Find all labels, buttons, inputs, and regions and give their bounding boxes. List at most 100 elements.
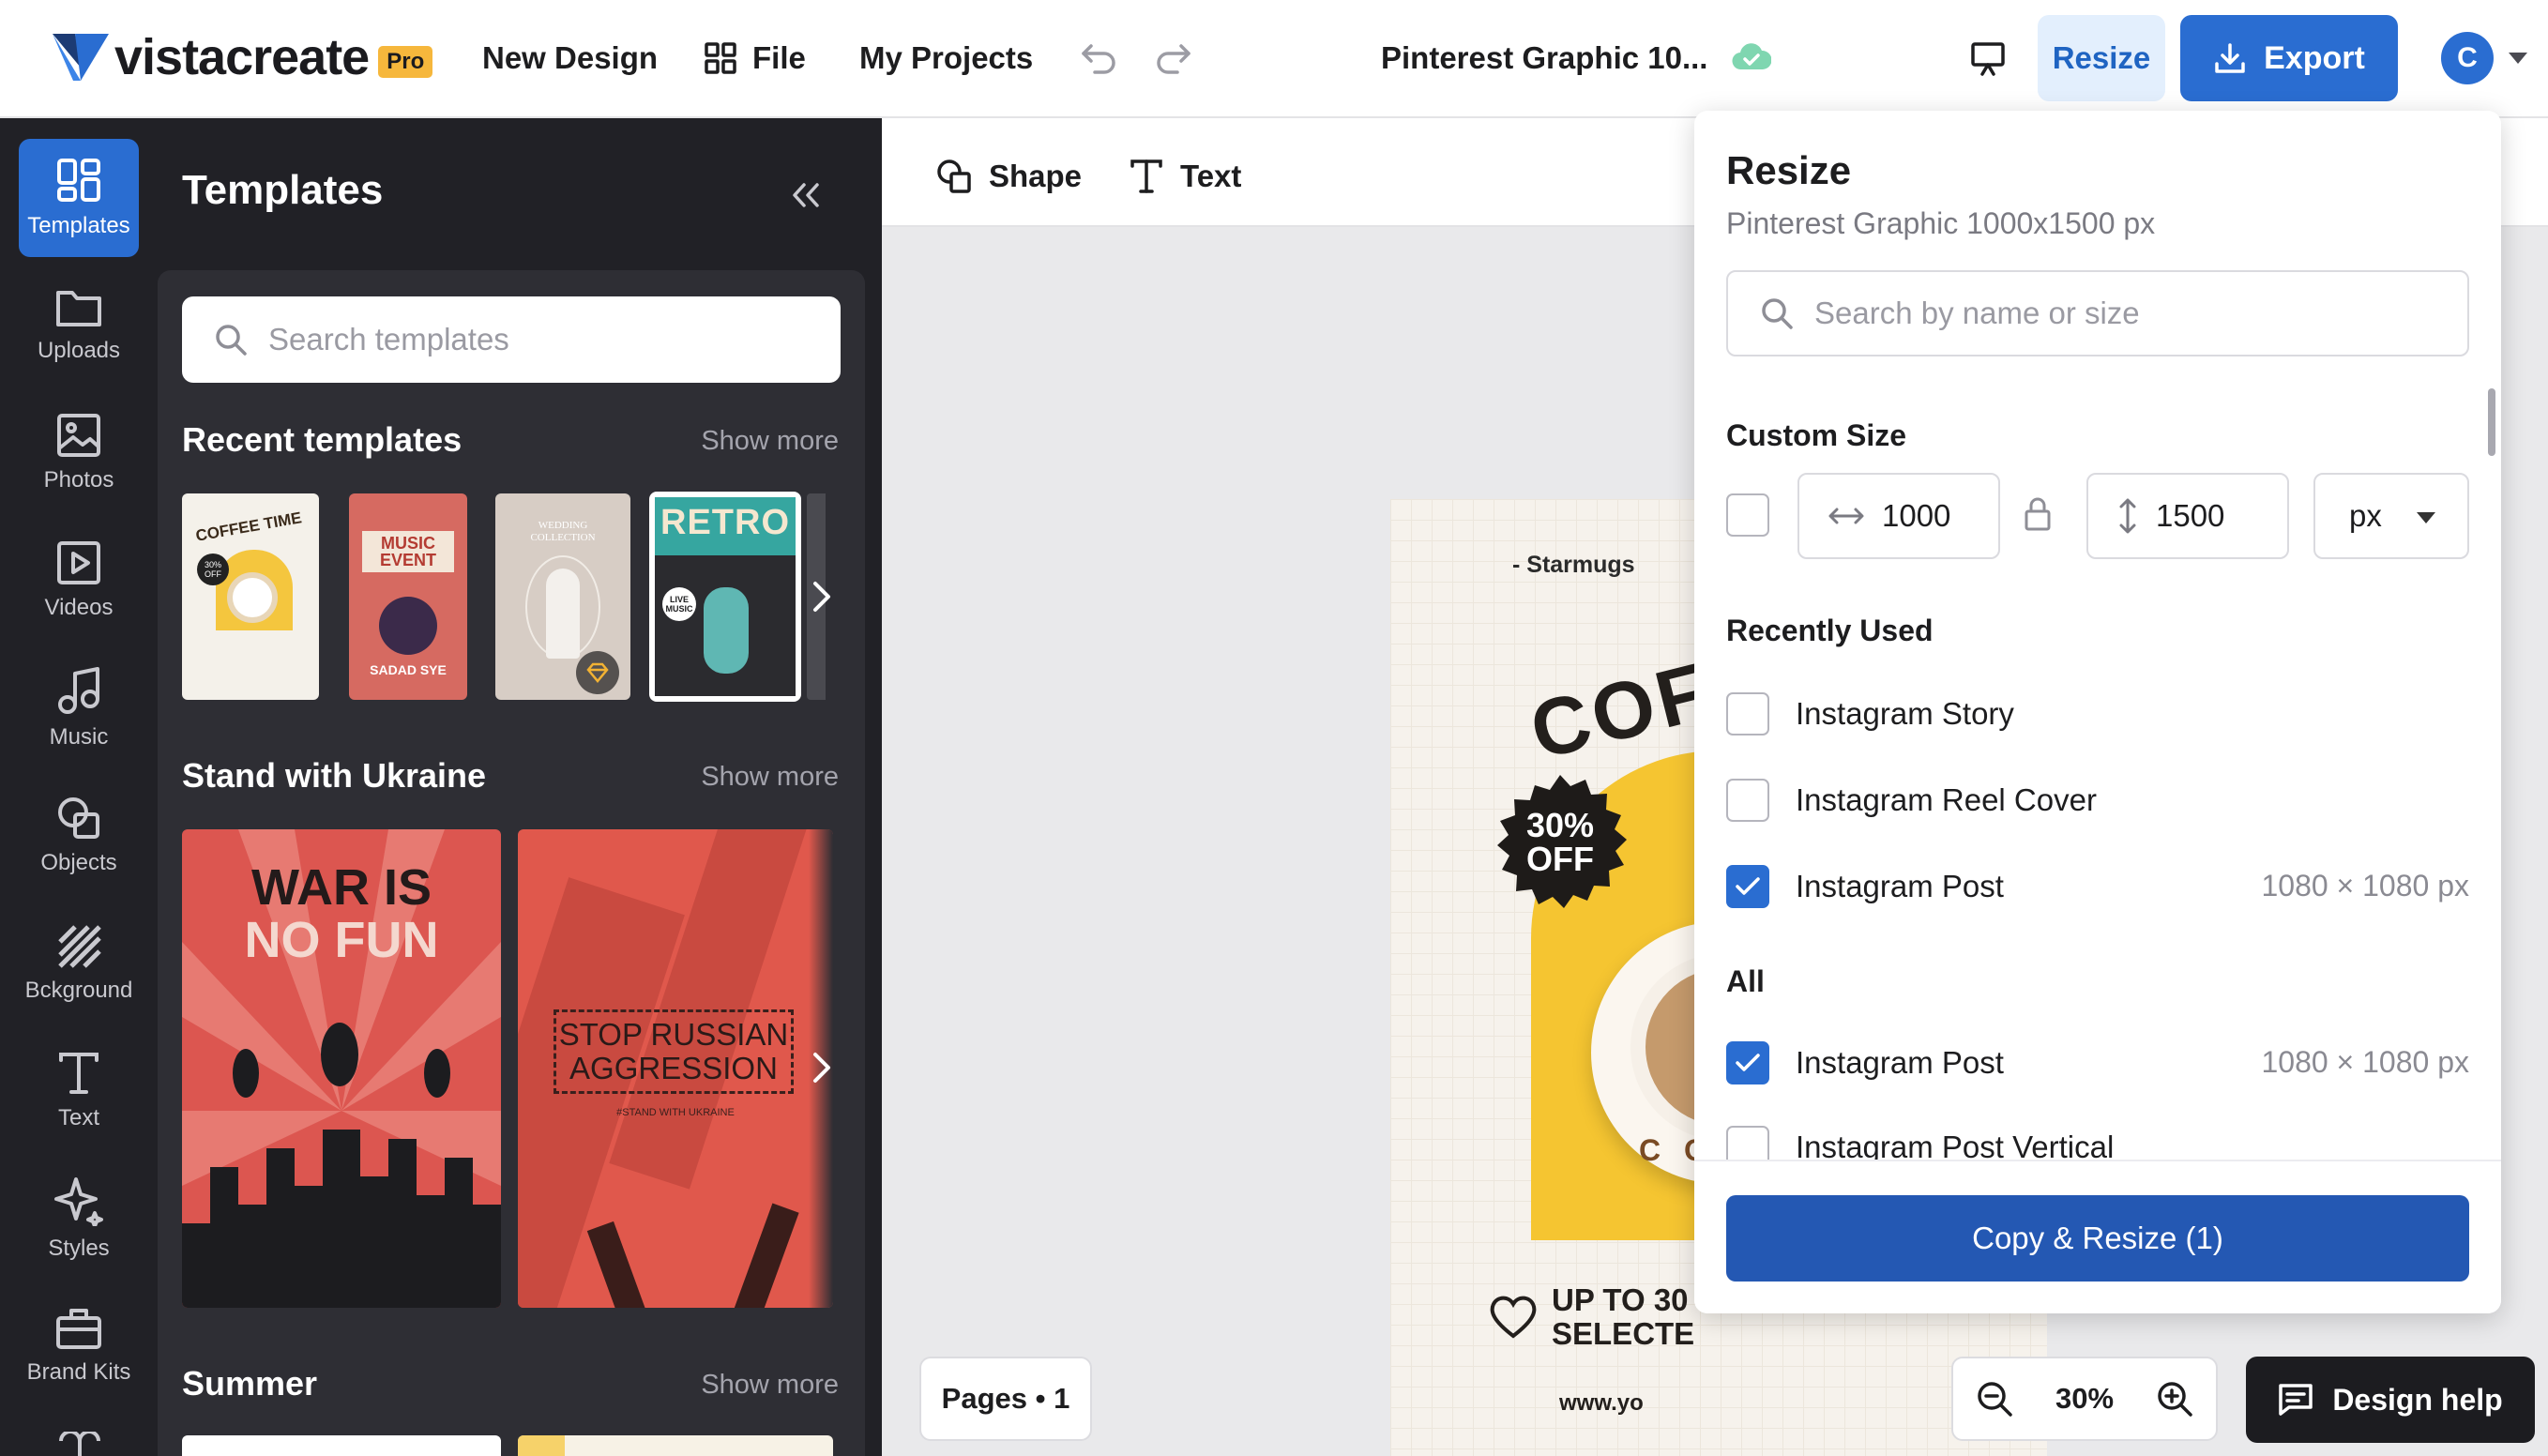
pages-button[interactable]: Pages • 1 [919, 1357, 1092, 1441]
copy-and-resize-button[interactable]: Copy & Resize (1) [1726, 1195, 2469, 1282]
artboard-heart-icon[interactable] [1488, 1293, 1539, 1344]
thumb-text: STOP RUSSIAN [558, 1017, 789, 1052]
collapse-panel-button[interactable] [782, 174, 829, 216]
rail-label: Bckground [24, 978, 133, 1003]
size-search-box[interactable] [1726, 270, 2469, 356]
option-checkbox[interactable] [1726, 779, 1769, 822]
thumb-text: AGGRESSION [569, 1051, 778, 1085]
text-tool-button[interactable]: Text [1130, 156, 1241, 197]
template-thumb-wedding[interactable]: WEDDING COLLECTION [495, 493, 630, 700]
rail-item-music[interactable]: Music [19, 649, 139, 767]
artboard-url-text[interactable]: www.yo [1559, 1390, 1644, 1417]
templates-list[interactable]: Recent templates Show more COFFEE TIME 3… [158, 270, 865, 1456]
file-label: File [752, 40, 806, 75]
size-search-input[interactable] [1814, 296, 2452, 331]
zoom-level[interactable]: 30% [2055, 1382, 2114, 1416]
user-avatar[interactable]: C [2441, 32, 2494, 84]
rail-item-text[interactable]: Text [19, 1032, 139, 1150]
template-thumb-war-is-no-fun[interactable]: WAR IS NO FUN [182, 829, 501, 1308]
design-help-button[interactable]: Design help [2246, 1357, 2535, 1443]
thumb-title: WEDDING COLLECTION [495, 520, 630, 544]
rail-item-brand-kits[interactable]: Brand Kits [19, 1287, 139, 1405]
new-design-button[interactable]: New Design [482, 38, 658, 79]
rail-label: Music [49, 724, 109, 750]
option-label: Instagram Story [1796, 696, 2014, 731]
aspect-lock-button[interactable] [2023, 495, 2053, 533]
thumb-guitar [704, 587, 749, 674]
rail-item-background[interactable]: Bckground [19, 904, 139, 1023]
logo[interactable]: vistacreate Pro [53, 32, 433, 83]
resize-button[interactable]: Resize [2038, 15, 2165, 101]
rail-item-videos[interactable]: Videos [19, 522, 139, 640]
show-more-recent-button[interactable]: Show more [701, 426, 839, 457]
checkmark-icon [1736, 1054, 1760, 1071]
height-field[interactable]: 1500 [2086, 473, 2289, 559]
zoom-in-button[interactable] [2156, 1380, 2193, 1418]
template-thumb-coffee[interactable]: COFFEE TIME 30% OFF [182, 493, 319, 700]
present-button[interactable] [1964, 36, 2011, 83]
recent-next-button[interactable] [803, 569, 841, 625]
thumb-text: COLLECTION [530, 532, 596, 543]
badge-line: 30% [1525, 806, 1595, 844]
dropdown-caret-icon [2417, 512, 2435, 523]
account-caret-icon[interactable] [2509, 53, 2527, 64]
template-search-box[interactable] [182, 296, 841, 383]
show-more-ukraine-button[interactable]: Show more [701, 762, 839, 793]
all-sizes-heading: All [1726, 964, 1765, 998]
template-thumb-music[interactable]: MUSIC EVENT SADAD SYE [349, 493, 467, 700]
text-label: Text [1180, 159, 1242, 193]
undo-button[interactable] [1075, 38, 1122, 79]
thumb-title: MUSIC EVENT [362, 531, 454, 572]
thumb-text: LIVE MUSIC [662, 587, 696, 621]
template-thumb-summer-1[interactable] [182, 1435, 501, 1456]
heart-icon[interactable] [56, 1430, 103, 1456]
resize-panel-scrollbar[interactable] [2488, 388, 2495, 456]
thumb-text: WAR IS [250, 859, 432, 916]
template-thumb-retro[interactable]: RETRO LIVE MUSIC [649, 492, 801, 702]
badge-text: 30% OFF [1490, 809, 1630, 876]
vista-logo-icon [53, 34, 109, 81]
rail-item-photos[interactable]: Photos [19, 394, 139, 512]
template-thumb-stop-russian-aggression[interactable]: STOP RUSSIAN AGGRESSION #STAND WITH UKRA… [518, 829, 833, 1308]
rail-item-objects[interactable]: Objects [19, 777, 139, 895]
artboard-discount-badge[interactable]: 30% OFF [1490, 773, 1630, 914]
resize-panel: Resize Pinterest Graphic 1000x1500 px Cu… [1694, 111, 2501, 1313]
thumb-sun [518, 1435, 565, 1456]
width-value: 1000 [1882, 498, 1951, 533]
show-more-summer-button[interactable]: Show more [701, 1370, 839, 1401]
shape-tool-button[interactable]: Shape [936, 156, 1082, 197]
thumb-record [379, 597, 437, 655]
artboard-promo-text[interactable]: UP TO 30 SELECTE [1552, 1283, 1694, 1351]
redo-button[interactable] [1150, 38, 1197, 79]
thumb-text: NO FUN [244, 912, 439, 968]
design-help-label: Design help [2332, 1382, 2503, 1417]
option-checkbox[interactable] [1726, 865, 1769, 908]
option-checkbox[interactable] [1726, 1041, 1769, 1084]
rail-item-uploads[interactable]: Uploads [19, 266, 139, 385]
video-icon [56, 540, 101, 585]
rail-item-templates[interactable]: Templates [19, 139, 139, 257]
export-button[interactable]: Export [2180, 15, 2398, 101]
zoom-out-button[interactable] [1976, 1380, 2013, 1418]
option-checkbox[interactable] [1726, 692, 1769, 736]
ukraine-next-button[interactable] [803, 1039, 841, 1096]
chat-icon [2278, 1383, 2313, 1417]
template-search-input[interactable] [268, 322, 794, 357]
template-thumb-summer-2[interactable] [518, 1435, 833, 1456]
pro-badge: Pro [378, 46, 433, 78]
thumb-title: STOP RUSSIAN AGGRESSION [554, 1009, 794, 1094]
thumb-title: WAR IS NO FUN [182, 861, 501, 966]
double-chevron-left-icon [793, 183, 819, 207]
width-field[interactable]: 1000 [1797, 473, 2000, 559]
custom-size-checkbox[interactable] [1726, 493, 1769, 537]
unit-select[interactable]: px [2313, 473, 2469, 559]
document-title[interactable]: Pinterest Graphic 10... [1381, 38, 1707, 79]
rail-item-styles[interactable]: Styles [19, 1160, 139, 1278]
thumb-text: COFFEE TIME [194, 508, 303, 545]
text-icon [57, 1051, 100, 1096]
file-menu-button[interactable]: File [704, 38, 806, 79]
artboard-brand-text[interactable]: - Starmugs [1512, 552, 1635, 579]
my-projects-button[interactable]: My Projects [859, 38, 1033, 79]
folder-icon [55, 287, 102, 328]
brand-kits-icon [55, 1307, 102, 1350]
